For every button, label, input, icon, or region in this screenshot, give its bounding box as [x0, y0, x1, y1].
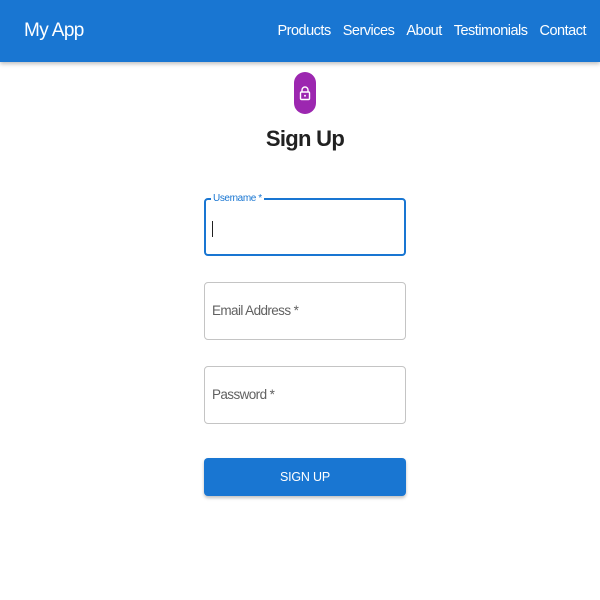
- top-nav: Products Services About Testimonials Con…: [277, 23, 586, 39]
- page-title: Sign Up: [265, 126, 345, 151]
- lock-icon: [299, 86, 311, 101]
- sign-up-button[interactable]: SIGN UP: [204, 458, 406, 496]
- app-bar: My App Products Services About Testimoni…: [0, 0, 600, 62]
- nav-contact[interactable]: Contact: [540, 23, 587, 39]
- nav-services[interactable]: Services: [343, 23, 395, 39]
- app-title: My App: [24, 20, 84, 41]
- avatar: [294, 72, 316, 114]
- nav-testimonials[interactable]: Testimonials: [454, 23, 528, 39]
- nav-products[interactable]: Products: [277, 23, 331, 39]
- nav-about[interactable]: About: [406, 23, 442, 39]
- password-field[interactable]: Password *: [204, 366, 406, 424]
- email-field[interactable]: Email Address *: [204, 282, 406, 340]
- username-field[interactable]: Username *: [204, 194, 406, 256]
